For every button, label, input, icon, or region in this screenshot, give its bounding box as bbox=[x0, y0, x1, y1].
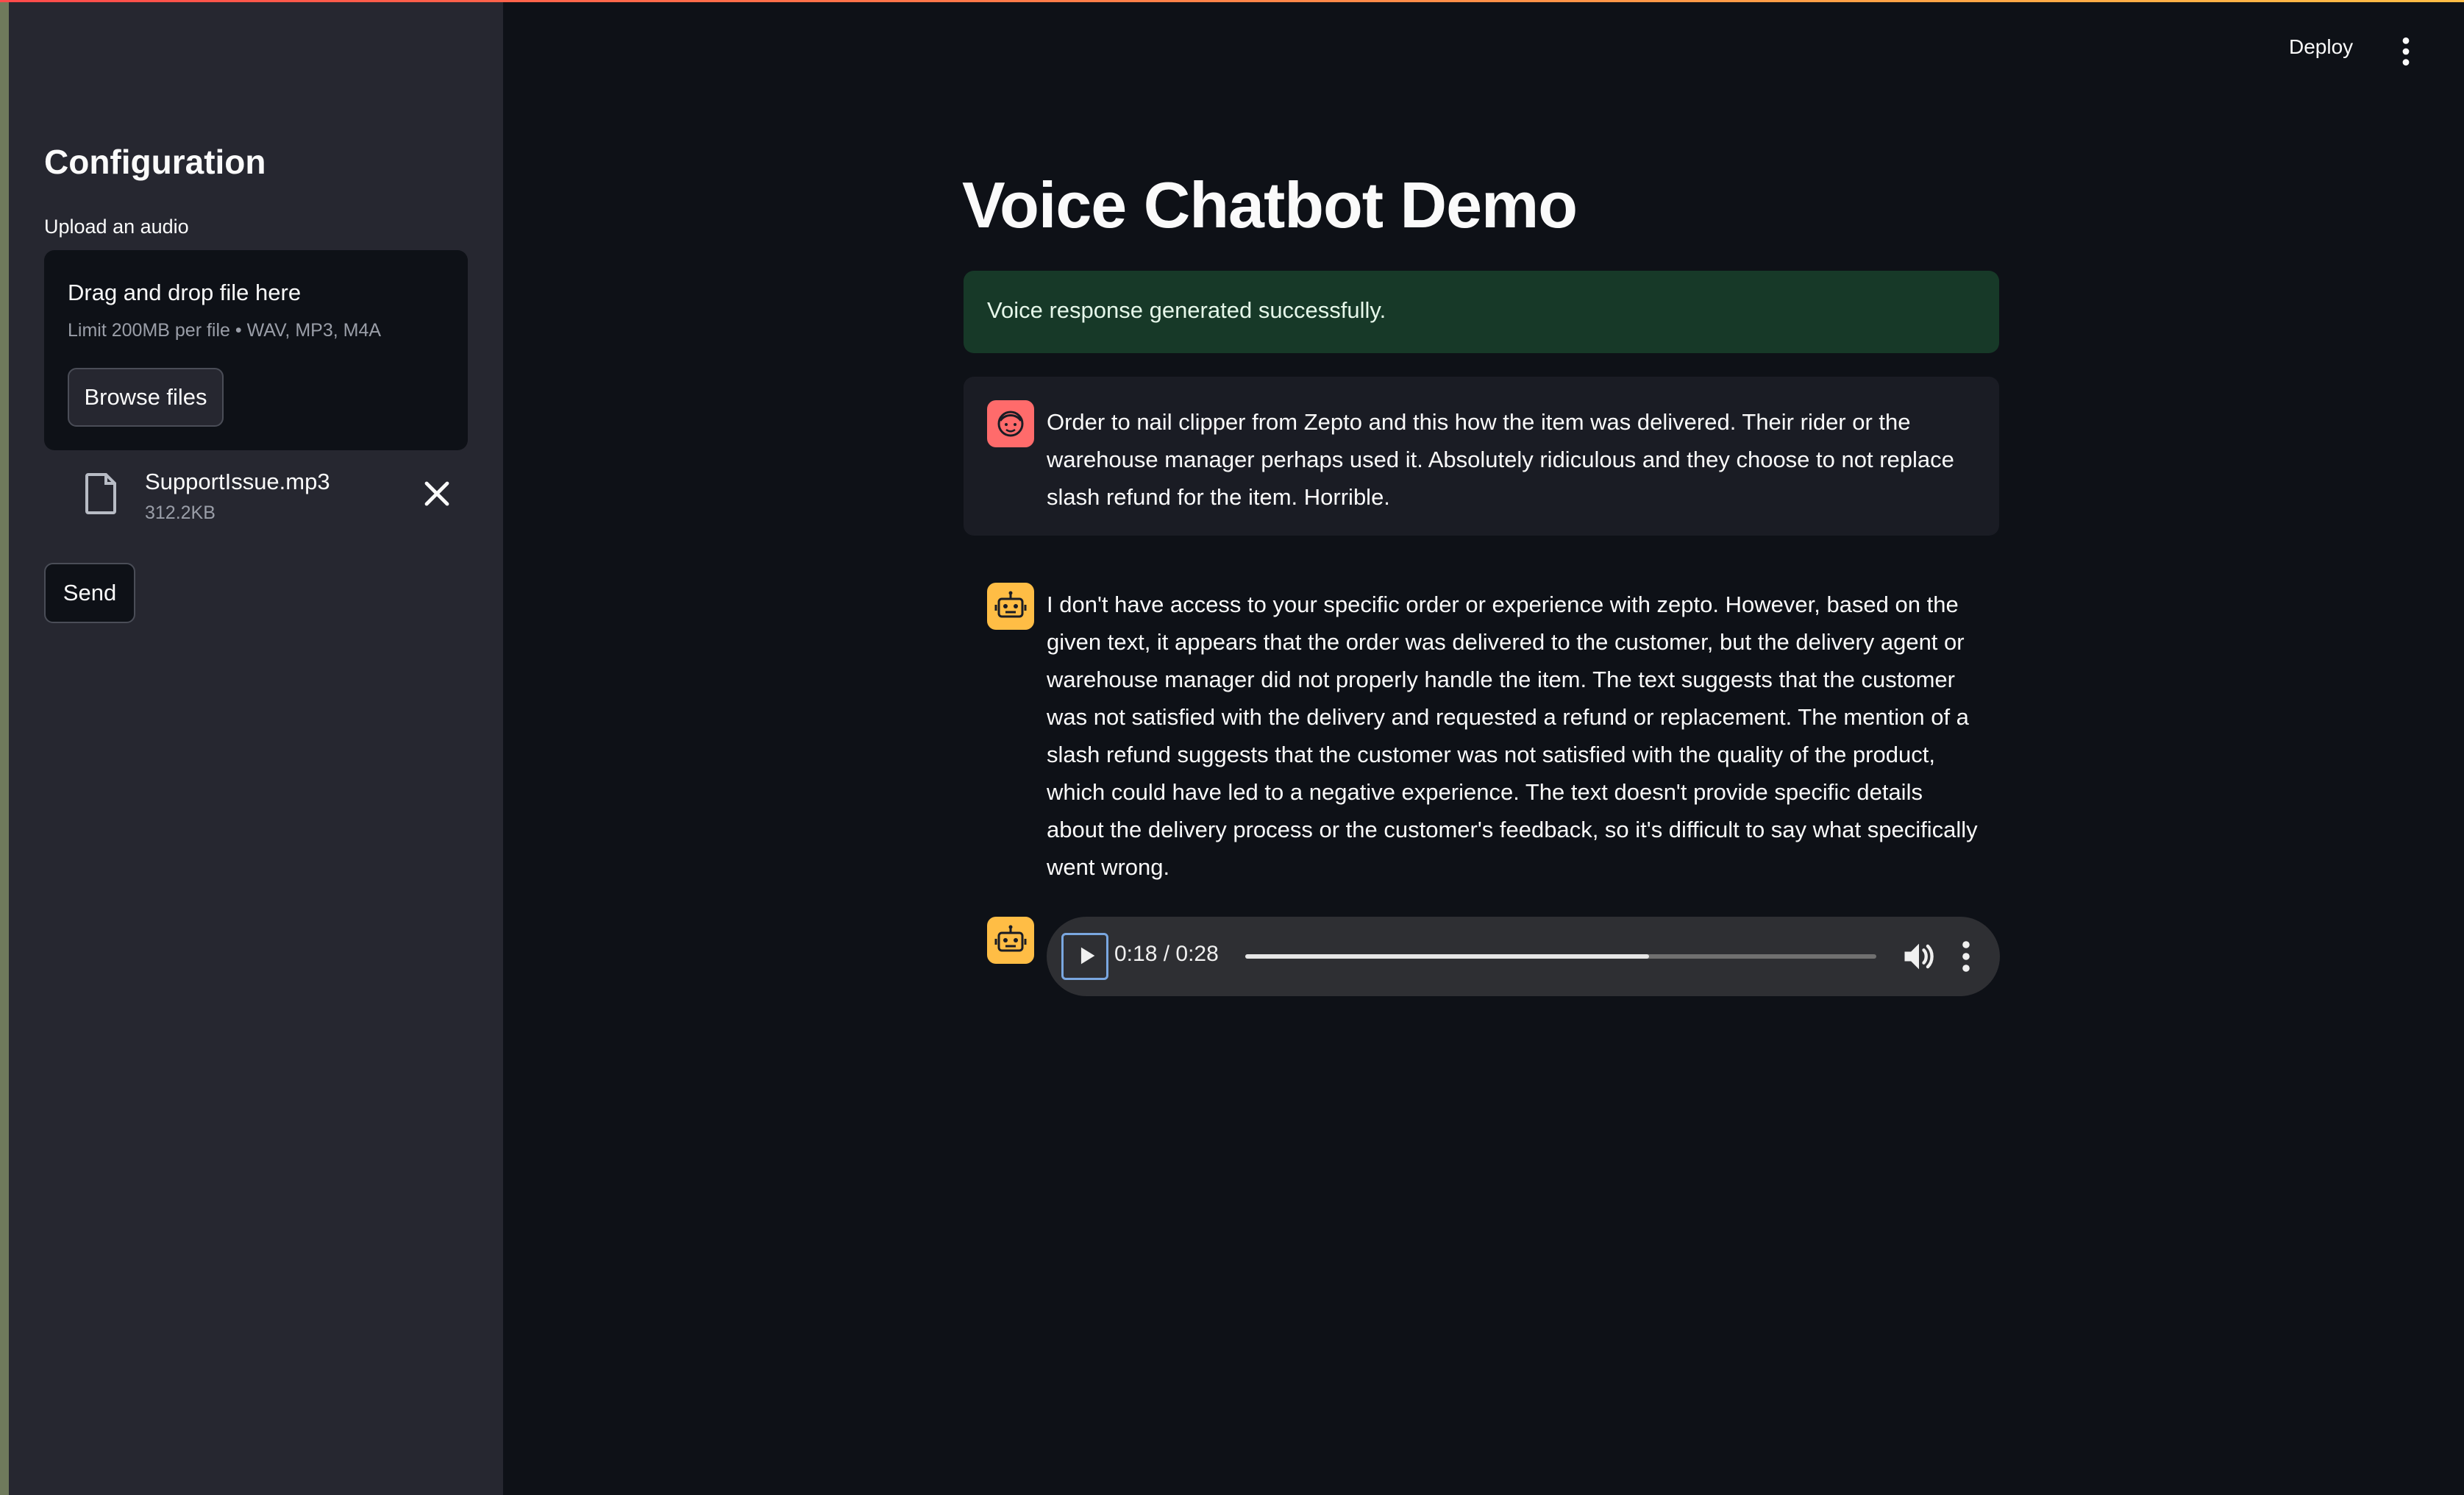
robot-icon bbox=[994, 925, 1027, 952]
deploy-button[interactable]: Deploy bbox=[2289, 35, 2353, 59]
upload-label: Upload an audio bbox=[44, 216, 189, 238]
file-icon bbox=[85, 473, 116, 514]
success-message: Voice response generated successfully. bbox=[987, 297, 1386, 323]
play-icon bbox=[1080, 947, 1095, 964]
file-size: 312.2KB bbox=[145, 503, 216, 523]
more-vertical-icon[interactable] bbox=[1959, 939, 1973, 974]
file-dropzone[interactable]: Drag and drop file here Limit 200MB per … bbox=[44, 250, 468, 450]
sidebar: Configuration Upload an audio Drag and d… bbox=[9, 2, 503, 1495]
volume-icon[interactable] bbox=[1900, 937, 1938, 976]
uploaded-file: SupportIssue.mp3 312.2KB bbox=[44, 458, 468, 532]
chat-message-audio: 0:18 / 0:28 bbox=[964, 912, 2000, 1001]
send-button[interactable]: Send bbox=[44, 563, 135, 623]
dropzone-title: Drag and drop file here bbox=[68, 280, 302, 305]
sidebar-title: Configuration bbox=[44, 143, 266, 181]
play-button[interactable] bbox=[1061, 933, 1108, 980]
app-window: Configuration Upload an audio Drag and d… bbox=[0, 0, 2464, 1495]
browse-files-button[interactable]: Browse files bbox=[68, 368, 224, 427]
audio-time: 0:18 / 0:28 bbox=[1114, 942, 1219, 966]
face-icon bbox=[997, 411, 1024, 437]
file-name: SupportIssue.mp3 bbox=[145, 469, 330, 494]
audio-progress-fill bbox=[1245, 954, 1650, 959]
robot-icon bbox=[994, 591, 1027, 618]
top-decoration-bar bbox=[0, 0, 2464, 2]
user-avatar bbox=[987, 400, 1034, 447]
assistant-avatar bbox=[987, 917, 1034, 964]
assistant-avatar bbox=[987, 583, 1034, 630]
audio-player: 0:18 / 0:28 bbox=[1047, 917, 2000, 996]
chat-message-user: Order to nail clipper from Zepto and thi… bbox=[964, 377, 1999, 536]
audio-seek-bar[interactable] bbox=[1245, 954, 1876, 959]
success-alert: Voice response generated successfully. bbox=[964, 271, 1999, 353]
page-title: Voice Chatbot Demo bbox=[962, 168, 1578, 241]
user-message-text: Order to nail clipper from Zepto and thi… bbox=[1047, 409, 1954, 510]
close-icon[interactable] bbox=[419, 476, 455, 511]
dropzone-limit-text: Limit 200MB per file • WAV, MP3, M4A bbox=[68, 320, 382, 341]
assistant-message-text: I don't have access to your specific ord… bbox=[1047, 592, 1978, 880]
window-edge bbox=[0, 0, 9, 1495]
chat-message-assistant: I don't have access to your specific ord… bbox=[964, 559, 1999, 880]
more-vertical-icon[interactable] bbox=[2395, 35, 2417, 68]
